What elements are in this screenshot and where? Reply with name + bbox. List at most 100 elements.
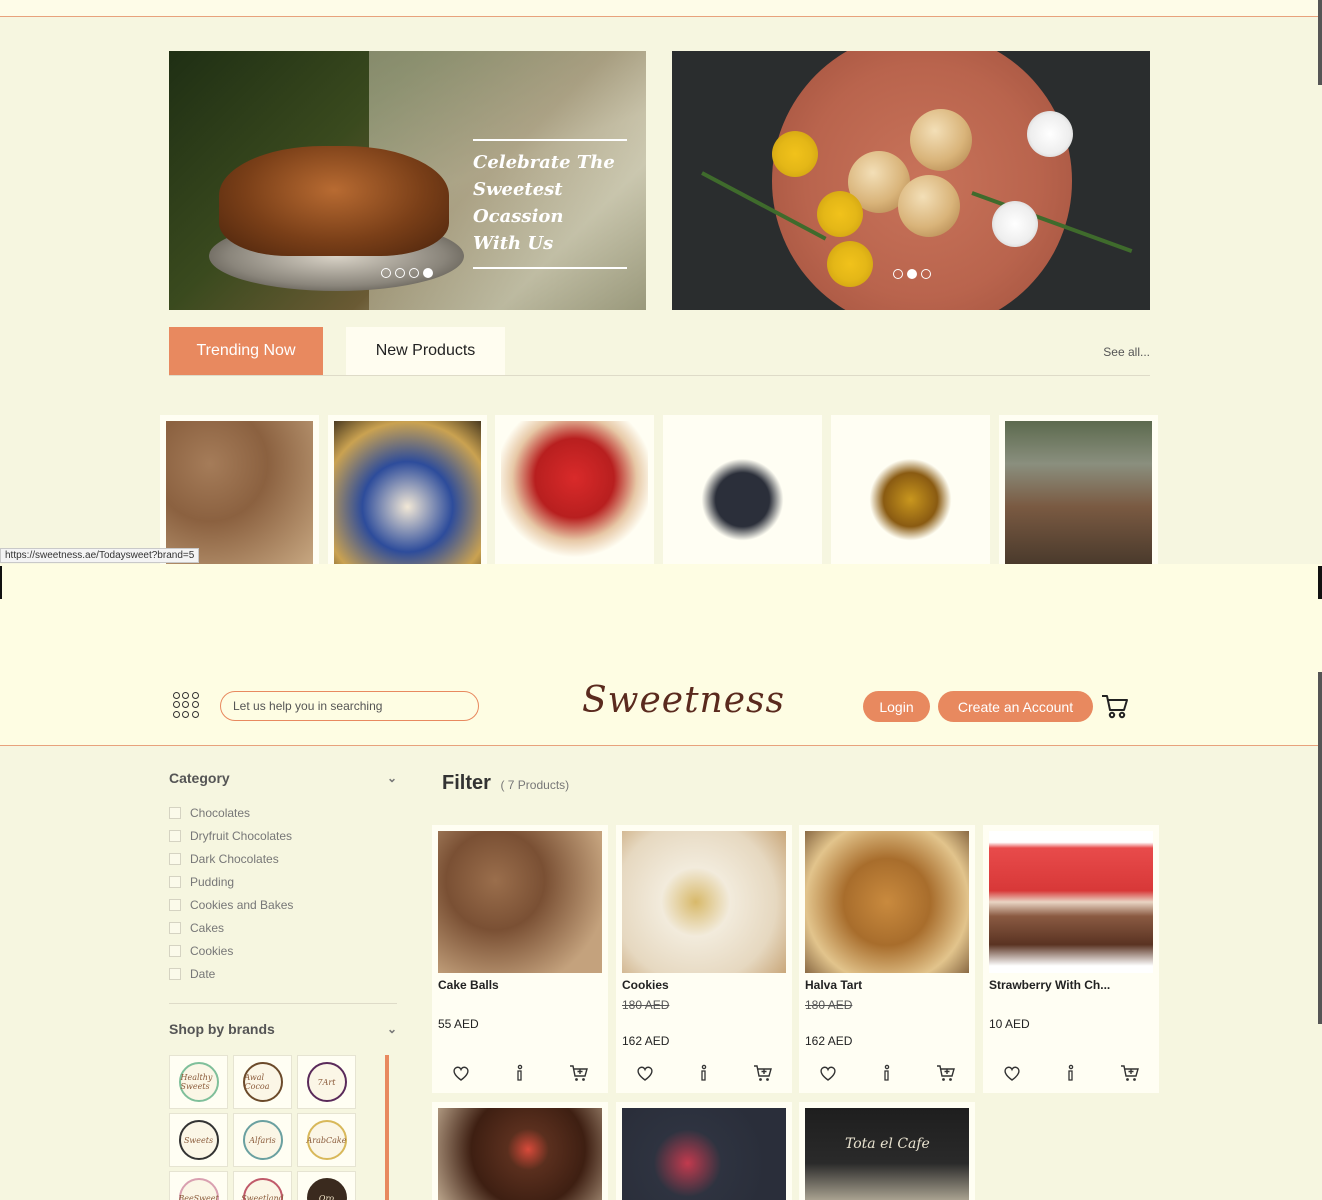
product-card[interactable]: Cake Balls 55 AED — [432, 825, 608, 1093]
carousel-dot[interactable] — [921, 269, 931, 279]
trending-card[interactable] — [831, 415, 990, 564]
brand-tile[interactable]: Oro — [297, 1171, 356, 1200]
brand-tile[interactable]: BeeSweet — [169, 1171, 228, 1200]
category-item[interactable]: Dark Chocolates — [169, 847, 397, 870]
product-name[interactable]: Cookies — [622, 978, 786, 992]
brand-grid: Healthy Sweets Awal Cocoa 7Art Sweets Al… — [169, 1055, 359, 1200]
add-to-cart-icon[interactable] — [935, 1062, 957, 1084]
trending-card[interactable] — [495, 415, 654, 564]
search-input[interactable]: Let us help you in searching — [220, 691, 479, 721]
login-button[interactable]: Login — [863, 691, 930, 722]
product-image[interactable] — [805, 831, 969, 973]
info-icon[interactable] — [876, 1062, 898, 1084]
chevron-down-icon[interactable]: ⌄ — [387, 1022, 397, 1036]
frame-edge-right — [1318, 566, 1322, 599]
create-account-button[interactable]: Create an Account — [938, 691, 1093, 722]
category-item[interactable]: Cookies — [169, 939, 397, 962]
brand-tile[interactable]: Healthy Sweets — [169, 1055, 228, 1109]
brand-logo: Awal Cocoa — [242, 1062, 283, 1102]
royalle-box-image — [501, 421, 648, 564]
carousel-dot[interactable] — [395, 268, 405, 278]
brand-logo: BeeSweet — [178, 1178, 219, 1200]
hero-banner-left[interactable]: Celebrate The Sweetest Ocassion With Us — [169, 51, 646, 310]
category-label: Pudding — [190, 874, 235, 889]
product-image[interactable]: Tota el Cafe — [805, 1108, 969, 1200]
hero-banner-right[interactable] — [672, 51, 1150, 310]
category-item[interactable]: Cookies and Bakes — [169, 893, 397, 916]
product-card[interactable]: Tota el Cafe — [799, 1102, 975, 1200]
sweet-ball-image — [910, 109, 972, 171]
heart-icon[interactable] — [634, 1062, 656, 1084]
product-image[interactable] — [438, 831, 602, 973]
add-to-cart-icon[interactable] — [752, 1062, 774, 1084]
product-name[interactable]: Strawberry With Ch... — [989, 978, 1153, 992]
add-to-cart-icon[interactable] — [568, 1062, 590, 1084]
product-image[interactable] — [438, 1108, 602, 1200]
banner-title: Celebrate The Sweetest Ocassion With Us — [473, 141, 627, 267]
category-item[interactable]: Pudding — [169, 870, 397, 893]
brands-scrollbar[interactable] — [385, 1055, 389, 1200]
checkbox[interactable] — [169, 944, 181, 957]
cart-icon[interactable] — [1100, 692, 1130, 720]
carousel-dots-right — [893, 269, 931, 279]
heart-icon[interactable] — [817, 1062, 839, 1084]
info-icon[interactable] — [1060, 1062, 1082, 1084]
product-image[interactable] — [622, 1108, 786, 1200]
brand-tile[interactable]: 7Art — [297, 1055, 356, 1109]
product-card[interactable]: Cookies 180 AED 162 AED — [616, 825, 792, 1093]
product-card[interactable] — [616, 1102, 792, 1200]
brand-tile[interactable]: Sweets — [169, 1113, 228, 1167]
carousel-dot[interactable] — [893, 269, 903, 279]
carousel-dot-active[interactable] — [907, 269, 917, 279]
brand-tile[interactable]: Alfaris — [233, 1113, 292, 1167]
product-image[interactable] — [989, 831, 1153, 973]
grid-menu-icon[interactable] — [173, 692, 199, 718]
info-icon[interactable] — [509, 1062, 531, 1084]
window-scrollbar[interactable] — [1318, 0, 1322, 85]
tab-new-products[interactable]: New Products — [346, 327, 505, 375]
category-item[interactable]: Date — [169, 962, 397, 985]
carousel-dot[interactable] — [381, 268, 391, 278]
product-name[interactable]: Halva Tart — [805, 978, 969, 992]
site-header: Let us help you in searching Sweetness L… — [0, 672, 1322, 746]
trending-card[interactable] — [160, 415, 319, 564]
checkbox[interactable] — [169, 806, 181, 819]
heart-icon[interactable] — [450, 1062, 472, 1084]
category-item[interactable]: Chocolates — [169, 801, 397, 824]
trending-card[interactable] — [999, 415, 1158, 564]
site-logo[interactable]: Sweetness — [582, 680, 785, 721]
see-all-link[interactable]: See all... — [1103, 345, 1150, 359]
checkbox[interactable] — [169, 852, 181, 865]
product-image[interactable] — [622, 831, 786, 973]
product-card[interactable] — [432, 1102, 608, 1200]
category-item[interactable]: Cakes — [169, 916, 397, 939]
info-icon[interactable] — [693, 1062, 715, 1084]
jar-dessert-image — [1005, 421, 1152, 564]
trending-card[interactable] — [663, 415, 822, 564]
chevron-down-icon[interactable]: ⌄ — [387, 771, 397, 785]
brand-tile[interactable]: Awal Cocoa — [233, 1055, 292, 1109]
carousel-dot[interactable] — [409, 268, 419, 278]
filter-heading: Filter ( 7 Products) — [442, 772, 569, 795]
trending-card[interactable] — [328, 415, 487, 564]
category-header[interactable]: Category ⌄ — [169, 770, 397, 786]
carousel-dot-active[interactable] — [423, 268, 433, 278]
product-card[interactable]: Strawberry With Ch... 10 AED — [983, 825, 1159, 1093]
checkbox[interactable] — [169, 875, 181, 888]
checkbox[interactable] — [169, 898, 181, 911]
checkbox[interactable] — [169, 921, 181, 934]
window-scrollbar-lower[interactable] — [1318, 672, 1322, 1024]
brand-tile[interactable]: ArabCake — [297, 1113, 356, 1167]
category-label: Chocolates — [190, 805, 251, 820]
product-name[interactable]: Cake Balls — [438, 978, 602, 992]
heart-icon[interactable] — [1001, 1062, 1023, 1084]
brands-title: Shop by brands — [169, 1021, 275, 1037]
tab-trending-now[interactable]: Trending Now — [169, 327, 323, 375]
checkbox[interactable] — [169, 829, 181, 842]
add-to-cart-icon[interactable] — [1119, 1062, 1141, 1084]
category-item[interactable]: Dryfruit Chocolates — [169, 824, 397, 847]
checkbox[interactable] — [169, 967, 181, 980]
brands-header[interactable]: Shop by brands ⌄ — [169, 1021, 397, 1037]
brand-tile[interactable]: Sweetland — [233, 1171, 292, 1200]
product-card[interactable]: Halva Tart 180 AED 162 AED — [799, 825, 975, 1093]
